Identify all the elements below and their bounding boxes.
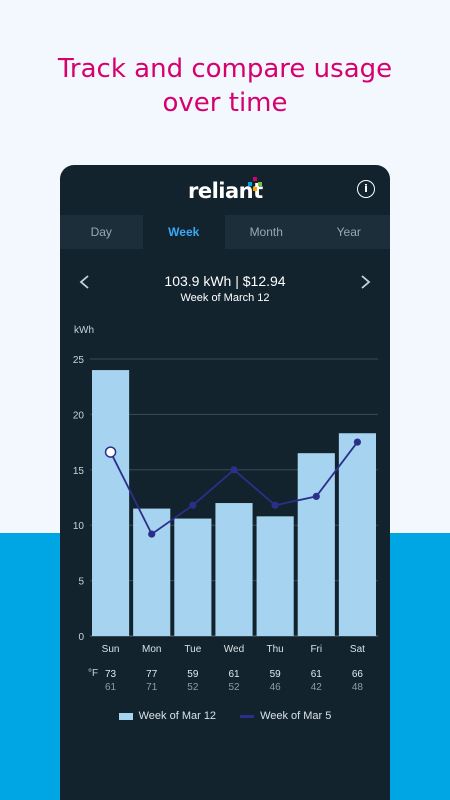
legend-label-current: Week of Mar 12 [138, 710, 217, 722]
temperature-high: 59 [187, 669, 199, 680]
y-axis-label: kWh [74, 325, 94, 336]
temperature-high: 73 [105, 669, 117, 680]
temperature-low: 46 [269, 682, 281, 693]
temperature-low: 52 [187, 682, 199, 693]
tab-year[interactable]: Year [308, 215, 391, 249]
temperature-sat: 66 48 [343, 668, 371, 694]
x-tick-label: Fri [310, 644, 322, 655]
logo-mark-icon [248, 177, 262, 191]
temperature-sun: 73 61 [97, 668, 125, 694]
line-point [353, 438, 362, 446]
y-tick-label: 20 [73, 410, 85, 421]
x-tick-label: Sun [102, 644, 120, 655]
x-tick-label: Mon [142, 644, 161, 655]
temperature-fri: 61 42 [302, 668, 330, 694]
app-header: reliant i [60, 165, 390, 215]
bar-sat [338, 433, 376, 636]
temperature-wed: 61 52 [220, 668, 248, 694]
y-tick-label: 15 [73, 466, 85, 477]
y-tick-label: 25 [73, 355, 85, 366]
tab-day[interactable]: Day [60, 215, 143, 249]
x-tick-label: Sat [350, 644, 365, 655]
period-label: Week of March 12 [180, 292, 270, 304]
temperature-mon: 77 71 [138, 668, 166, 694]
info-button[interactable]: i [357, 180, 375, 198]
line-point [189, 501, 197, 509]
line-point-selected [104, 446, 117, 458]
tab-week[interactable]: Week [142, 215, 225, 249]
chart-legend: Week of Mar 12 Week of Mar 5 [60, 710, 390, 722]
legend-item-current: Week of Mar 12 [118, 710, 217, 722]
bar-wed [215, 503, 253, 636]
bar-sun [92, 370, 130, 636]
headline-line-1: Track and compare usage [57, 54, 393, 84]
legend-label-previous: Week of Mar 5 [260, 710, 332, 722]
legend-item-previous: Week of Mar 5 [240, 710, 331, 722]
y-tick-label: 0 [78, 632, 84, 643]
next-period-button[interactable] [358, 275, 372, 289]
temperature-tue: 59 52 [179, 668, 207, 694]
y-tick-label: 10 [73, 521, 85, 532]
line-point [230, 466, 238, 474]
usage-chart: kWh 0 5 10 15 20 25 Sun Mon Tue Wed Thu Fri Sat [73, 325, 378, 655]
headline-line-2: over time [162, 88, 288, 118]
period-summary: 103.9 kWh | $12.94 [164, 273, 286, 289]
temperature-high: 77 [146, 669, 158, 680]
tab-month[interactable]: Month [225, 215, 308, 249]
line-point [271, 501, 279, 509]
line-point [312, 492, 320, 500]
phone-screen: reliant i Day Week Month Year 103.9 kWh … [60, 165, 390, 800]
temperature-low: 52 [228, 682, 240, 693]
temperature-high: 61 [228, 669, 240, 680]
x-tick-label: Thu [267, 644, 284, 655]
headline: Track and compare usage over time [0, 52, 450, 120]
line-point [148, 530, 156, 538]
temperature-high: 66 [351, 669, 363, 680]
x-tick-label: Wed [224, 644, 244, 655]
temperature-thu: 59 46 [261, 668, 289, 694]
temperature-low: 61 [105, 682, 117, 693]
legend-swatch-bar [118, 712, 133, 720]
period-tabs: Day Week Month Year [60, 215, 390, 249]
bar-mon [133, 508, 171, 636]
bar-thu [256, 516, 294, 636]
temperature-low: 71 [146, 682, 158, 693]
info-icon: i [364, 182, 368, 195]
x-tick-label: Tue [184, 644, 201, 655]
legend-swatch-line [240, 714, 255, 718]
temperature-low: 48 [351, 682, 363, 693]
y-tick-label: 5 [78, 577, 84, 588]
bar-tue [174, 518, 212, 636]
temperature-high: 61 [310, 669, 322, 680]
temperature-high: 59 [269, 669, 281, 680]
temperature-low: 42 [310, 682, 322, 693]
